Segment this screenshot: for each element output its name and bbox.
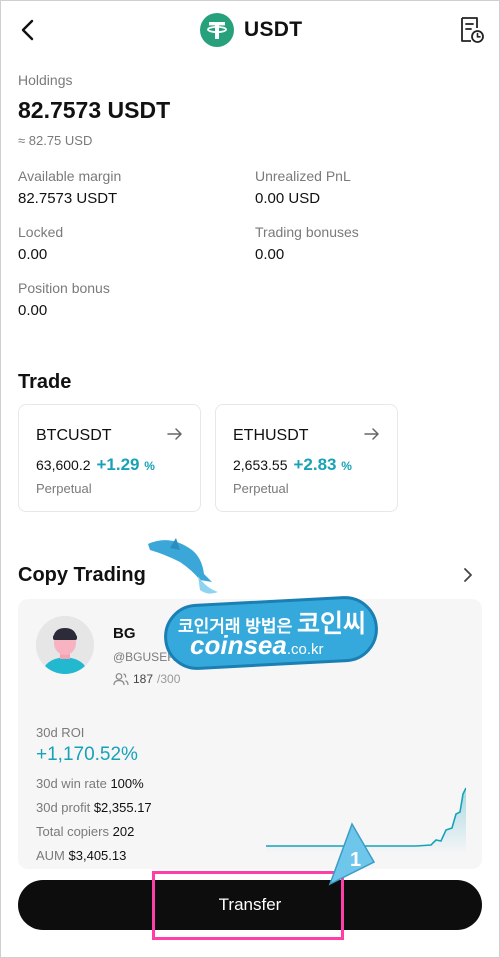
document-clock-icon xyxy=(461,17,484,43)
available-margin-value: 82.7573 USDT xyxy=(18,190,118,207)
trade-change: +2.83 % xyxy=(293,455,352,474)
trade-price-row: 2,653.55 +2.83 % xyxy=(233,455,352,475)
history-button[interactable] xyxy=(458,15,486,45)
copy-trading-more-button[interactable] xyxy=(458,564,478,586)
chevron-left-icon xyxy=(21,19,34,41)
roi-value: +1,170.52% xyxy=(36,744,138,765)
trade-price: 2,653.55 xyxy=(233,457,288,473)
holdings-usd-value: ≈ 82.75 USD xyxy=(18,133,93,148)
dolphin-icon xyxy=(148,538,218,594)
trade-symbol: ETHUSDT xyxy=(233,427,309,444)
page-title: USDT xyxy=(244,18,303,41)
tether-logo-icon xyxy=(200,13,234,47)
top-app-bar: USDT xyxy=(0,0,500,60)
trade-card-ethusdt[interactable]: ETHUSDT 2,653.55 +2.83 % Perpetual xyxy=(215,404,398,512)
locked: Locked 0.00 xyxy=(18,224,63,263)
unrealized-pnl-value: 0.00 USD xyxy=(255,190,321,207)
chevron-right-icon xyxy=(464,568,472,582)
position-bonus-value: 0.00 xyxy=(18,302,48,319)
trade-kind: Perpetual xyxy=(36,481,92,496)
aum: AUM $3,405.13 xyxy=(36,848,127,863)
users-icon xyxy=(113,673,129,686)
profit: 30d profit $2,355.17 xyxy=(36,800,152,815)
roi-label: 30d ROI xyxy=(36,725,85,740)
position-bonus: Position bonus 0.00 xyxy=(18,280,110,319)
position-bonus-label: Position bonus xyxy=(18,280,110,296)
avatar xyxy=(36,616,94,674)
trade-card-btcusdt[interactable]: BTCUSDT 63,600.2 +1.29 % Perpetual xyxy=(18,404,201,512)
trader-name: BG xyxy=(113,625,136,642)
trade-change: +1.29 % xyxy=(96,455,155,474)
trading-bonuses-value: 0.00 xyxy=(255,246,285,263)
trade-price-row: 63,600.2 +1.29 % xyxy=(36,455,155,475)
roi-sparkline xyxy=(266,787,466,854)
trade-symbol: BTCUSDT xyxy=(36,427,112,444)
copy-trader-card[interactable]: BG @BGUSER- 187/300 30d ROI +1,170.52% 3… xyxy=(18,599,482,869)
unrealized-pnl-label: Unrealized PnL xyxy=(255,168,351,184)
holdings-section: Holdings 82.7573 USDT ≈ 82.75 USD xyxy=(18,72,170,148)
locked-label: Locked xyxy=(18,224,64,240)
win-rate: 30d win rate 100% xyxy=(36,776,144,791)
trader-avatar-icon xyxy=(36,616,94,674)
title-group: USDT xyxy=(200,12,302,48)
trader-handle: @BGUSER- xyxy=(113,650,180,664)
trading-bonuses-label: Trading bonuses xyxy=(255,224,359,240)
trade-kind: Perpetual xyxy=(233,481,289,496)
holdings-label: Holdings xyxy=(18,72,73,88)
arrow-right-icon xyxy=(167,428,182,440)
arrow-right-icon xyxy=(364,428,379,440)
total-copiers: Total copiers 202 xyxy=(36,824,135,839)
copy-trading-section-title: Copy Trading xyxy=(18,564,146,586)
unrealized-pnl: Unrealized PnL 0.00 USD xyxy=(255,168,351,207)
available-margin-label: Available margin xyxy=(18,168,122,184)
holdings-amount: 82.7573 USDT xyxy=(18,97,171,123)
copiers-capacity: 187/300 xyxy=(113,672,180,686)
locked-value: 0.00 xyxy=(18,246,48,263)
available-margin: Available margin 82.7573 USDT xyxy=(18,168,121,207)
back-button[interactable] xyxy=(14,16,42,44)
copiers-current: 187 xyxy=(133,672,154,686)
trading-bonuses: Trading bonuses 0.00 xyxy=(255,224,359,263)
transfer-button[interactable]: Transfer xyxy=(18,880,482,930)
copiers-max: /300 xyxy=(157,672,181,686)
trade-price: 63,600.2 xyxy=(36,457,91,473)
trade-section-title: Trade xyxy=(18,371,72,393)
